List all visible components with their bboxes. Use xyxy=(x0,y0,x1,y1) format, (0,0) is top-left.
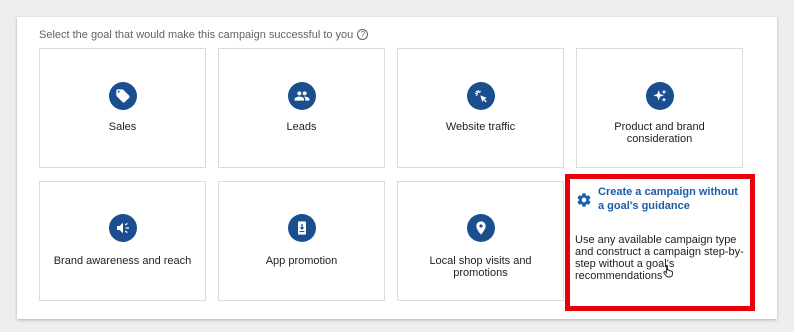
goal-label: Leads xyxy=(286,121,317,133)
custom-campaign-description: Use any available campaign type and cons… xyxy=(575,234,744,282)
help-circle-icon[interactable]: ? xyxy=(357,28,369,40)
tag-icon xyxy=(108,82,137,110)
goal-card-product-brand-consideration[interactable]: Product and brand consideration xyxy=(576,48,743,168)
goal-label: Product and brand consideration xyxy=(614,121,705,145)
goal-label: Website traffic xyxy=(445,121,516,133)
people-icon xyxy=(287,82,316,110)
goal-prompt: Select the goal that would make this cam… xyxy=(39,28,369,41)
gear-icon xyxy=(576,192,592,213)
sparkle-icon xyxy=(645,82,674,110)
goal-card-website-traffic[interactable]: Website traffic xyxy=(397,48,564,168)
goal-card-brand-awareness[interactable]: Brand awareness and reach xyxy=(39,181,206,301)
custom-campaign-card[interactable]: Create a campaign without a goal's guida… xyxy=(565,174,755,311)
speaker-icon xyxy=(108,214,137,242)
location-pin-icon xyxy=(466,214,495,242)
goal-card-sales[interactable]: Sales xyxy=(39,48,206,168)
goal-card-app-promotion[interactable]: App promotion xyxy=(218,181,385,301)
goal-label: Local shop visits and promotions xyxy=(429,255,532,279)
goal-label: Brand awareness and reach xyxy=(53,255,192,267)
goal-label: App promotion xyxy=(265,255,338,267)
phone-download-icon xyxy=(287,214,316,242)
goal-label: Sales xyxy=(108,121,137,133)
goal-card-leads[interactable]: Leads xyxy=(218,48,385,168)
hand-cursor-icon xyxy=(663,264,675,283)
custom-campaign-title: Create a campaign without a goal's guida… xyxy=(598,186,738,212)
goal-prompt-text: Select the goal that would make this cam… xyxy=(39,29,354,41)
cursor-click-icon xyxy=(466,82,495,110)
goal-card-local-shop-visits[interactable]: Local shop visits and promotions xyxy=(397,181,564,301)
